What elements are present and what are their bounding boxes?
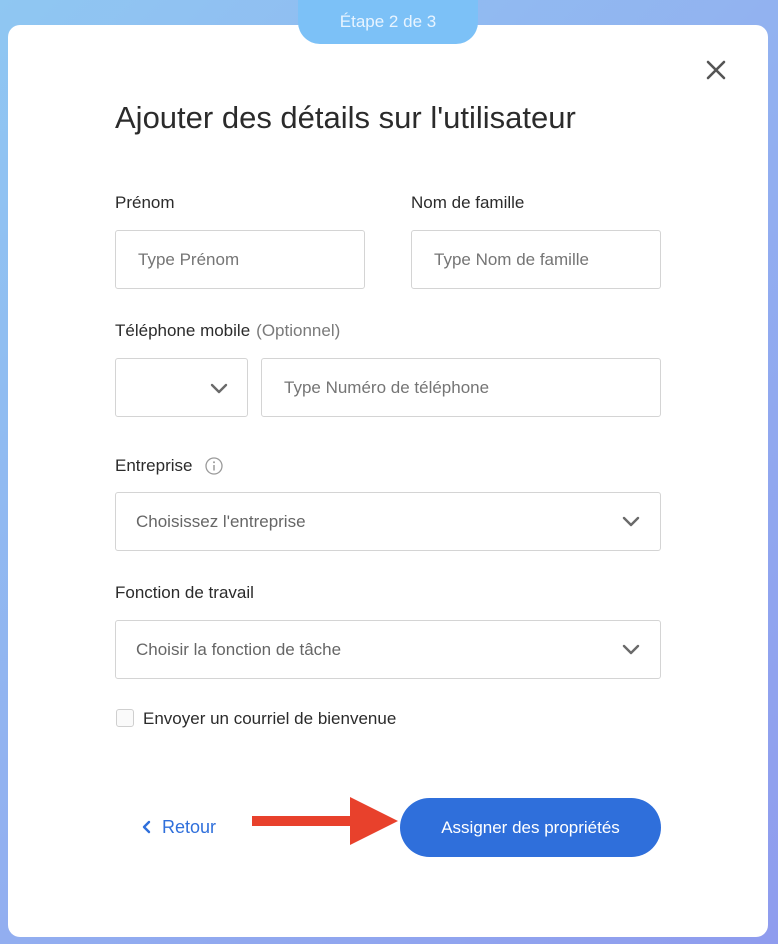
phone-label: Téléphone mobile (Optionnel) [115, 321, 340, 341]
red-arrow-icon [252, 797, 398, 845]
company-label: Entreprise [115, 456, 193, 475]
info-icon[interactable] [205, 457, 223, 475]
back-button[interactable]: Retour [140, 812, 216, 842]
dialog-title: Ajouter des détails sur l'utilisateur [115, 100, 576, 135]
chevron-down-icon [210, 383, 228, 394]
step-indicator: Étape 2 de 3 [298, 0, 478, 44]
assign-properties-button[interactable]: Assigner des propriétés [400, 798, 661, 857]
chevron-down-icon [622, 516, 640, 527]
first-name-input[interactable] [115, 230, 365, 289]
last-name-input[interactable] [411, 230, 661, 289]
country-code-select[interactable] [115, 358, 248, 417]
company-select[interactable]: Choisissez l'entreprise [115, 492, 661, 551]
close-icon[interactable] [702, 56, 730, 84]
job-function-select[interactable]: Choisir la fonction de tâche [115, 620, 661, 679]
welcome-email-label[interactable]: Envoyer un courriel de bienvenue [143, 709, 396, 729]
last-name-label: Nom de famille [411, 193, 525, 212]
first-name-label: Prénom [115, 193, 175, 212]
company-select-placeholder: Choisissez l'entreprise [136, 512, 306, 531]
welcome-email-checkbox[interactable] [116, 709, 134, 727]
job-function-label: Fonction de travail [115, 583, 254, 602]
phone-number-input[interactable] [261, 358, 661, 417]
back-button-label: Retour [162, 816, 217, 837]
chevron-down-icon [622, 644, 640, 655]
optional-tag: (Optionnel) [256, 321, 341, 340]
chevron-left-icon [142, 820, 151, 834]
job-function-select-placeholder: Choisir la fonction de tâche [136, 640, 342, 659]
phone-label-text: Téléphone mobile [115, 321, 251, 340]
